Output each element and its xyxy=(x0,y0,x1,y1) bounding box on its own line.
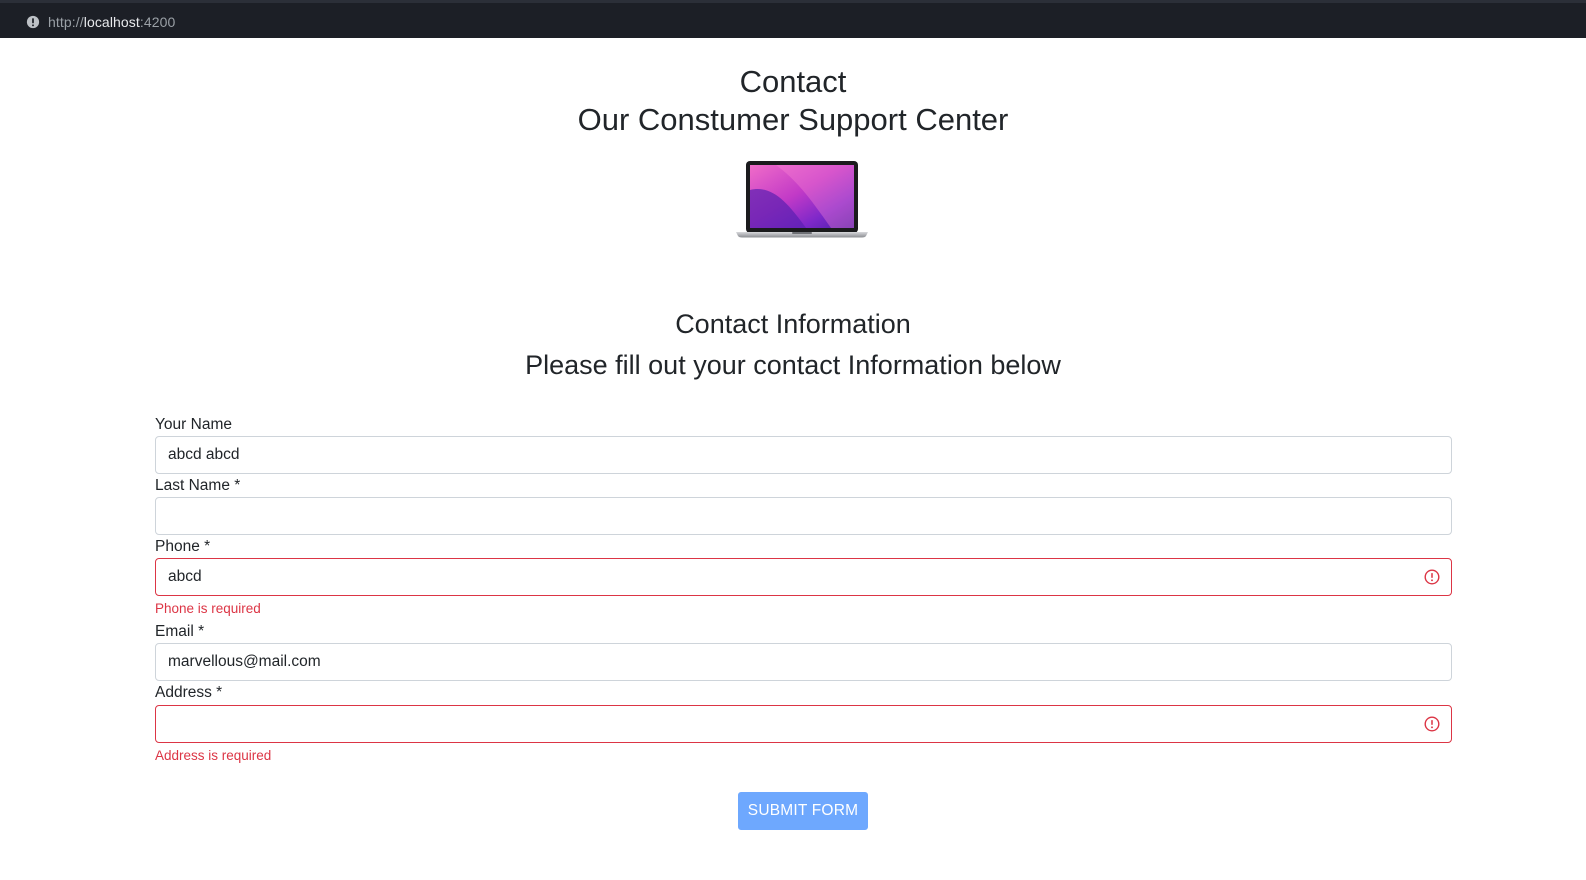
url-scheme: http:// xyxy=(48,14,84,30)
page-subtitle: Our Constumer Support Center xyxy=(577,102,1009,137)
name-field[interactable] xyxy=(155,436,1452,474)
info-circle-icon[interactable] xyxy=(26,15,40,29)
phone-field[interactable] xyxy=(155,558,1452,596)
url-host: localhost xyxy=(83,14,140,30)
last-name-label: Last Name * xyxy=(155,477,241,494)
exclamation-circle-icon xyxy=(1424,716,1440,732)
email-input[interactable] xyxy=(156,644,1451,680)
page-content: Contact Our Constumer Support Center Con… xyxy=(0,38,1586,880)
url-text: http://localhost:4200 xyxy=(48,14,175,30)
laptop-image xyxy=(736,161,868,238)
submit-form-button[interactable]: SUBMIT FORM xyxy=(738,792,868,830)
section-title: Contact Information xyxy=(675,309,911,339)
email-label: Email * xyxy=(155,623,205,640)
last-name-input[interactable] xyxy=(156,498,1451,534)
phone-error-message: Phone is required xyxy=(155,601,261,616)
name-input[interactable] xyxy=(156,437,1451,473)
email-field[interactable] xyxy=(155,643,1452,681)
name-label: Your Name xyxy=(155,416,232,433)
address-bar[interactable]: http://localhost:4200 xyxy=(14,7,1586,37)
address-field[interactable] xyxy=(155,705,1452,743)
address-label: Address * xyxy=(155,684,223,701)
url-port: :4200 xyxy=(139,14,176,30)
last-name-field[interactable] xyxy=(155,497,1452,535)
section-subtitle: Please fill out your contact Information… xyxy=(525,350,1061,380)
exclamation-circle-icon xyxy=(1424,569,1440,585)
phone-label: Phone * xyxy=(155,538,211,555)
browser-toolbar: http://localhost:4200 xyxy=(0,0,1586,38)
address-error-message: Address is required xyxy=(155,748,272,763)
address-input[interactable] xyxy=(156,706,1451,742)
page-title: Contact xyxy=(739,64,847,99)
phone-input[interactable] xyxy=(156,559,1451,595)
